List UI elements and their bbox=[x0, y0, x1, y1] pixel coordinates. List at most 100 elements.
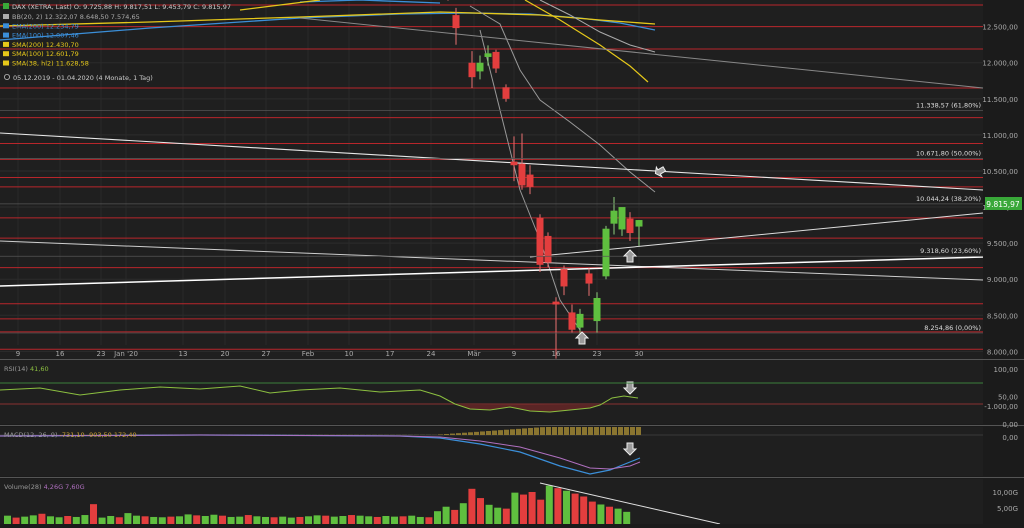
volume-bar bbox=[468, 489, 475, 524]
volume-bar bbox=[434, 511, 441, 524]
volume-bar bbox=[460, 503, 467, 524]
volume-bar bbox=[339, 516, 346, 524]
rsi-panel bbox=[0, 360, 983, 424]
macd-hist-bar bbox=[402, 434, 407, 435]
volume-bar bbox=[477, 498, 484, 524]
volume-bar bbox=[486, 505, 493, 524]
volume-bar bbox=[107, 516, 114, 524]
candle-body bbox=[477, 63, 484, 72]
volume-bar bbox=[296, 517, 303, 524]
macd-hist-bar bbox=[462, 433, 467, 435]
volume-bar bbox=[322, 516, 329, 524]
candle-body bbox=[519, 164, 526, 186]
legend-swatch-icon bbox=[3, 51, 9, 56]
macd-hist-bar bbox=[426, 434, 431, 435]
macd-hist-bar bbox=[366, 434, 371, 435]
x-tick-label: Feb bbox=[302, 350, 315, 358]
volume-tick-label: 5,00G bbox=[997, 505, 1018, 513]
rsi-tick-label: 50,00 bbox=[998, 394, 1018, 402]
volume-bar bbox=[150, 517, 157, 524]
last-price-text: 9.815,97 bbox=[986, 200, 1020, 209]
macd-hist-bar bbox=[528, 428, 533, 435]
volume-bar bbox=[365, 516, 372, 524]
fib-label: 10.044,24 (38,20%) bbox=[916, 195, 981, 203]
legend-swatch-icon bbox=[3, 33, 9, 38]
macd-hist-bar bbox=[570, 427, 575, 435]
volume-bar bbox=[90, 504, 97, 524]
volume-bar bbox=[47, 516, 54, 524]
volume-bar bbox=[228, 517, 235, 524]
volume-bar bbox=[408, 516, 415, 524]
volume-bar bbox=[357, 516, 364, 524]
candle-body bbox=[603, 229, 610, 277]
volume-tick-label: 10,00G bbox=[993, 489, 1018, 497]
volume-bar bbox=[529, 492, 536, 524]
macd-hist-bar bbox=[564, 427, 569, 435]
macd-hist-bar bbox=[552, 427, 557, 435]
candle-body bbox=[537, 218, 544, 265]
volume-bar bbox=[279, 517, 286, 524]
y-axis-area bbox=[983, 0, 1024, 524]
volume-bar bbox=[443, 507, 450, 524]
macd-hist-bar bbox=[378, 434, 383, 435]
legend-item-label: SMA(100) bbox=[12, 50, 46, 58]
x-tick-label: 20 bbox=[221, 350, 230, 358]
macd-hist-bar bbox=[348, 434, 353, 435]
candle-body bbox=[627, 219, 634, 233]
legend-item-label: SMA(200) bbox=[12, 41, 46, 49]
x-tick-label: Mär bbox=[467, 350, 480, 358]
volume-bar bbox=[331, 517, 338, 524]
macd-hist-bar bbox=[606, 427, 611, 435]
svg-text:Volume(28) 4,26G 7,60G: Volume(28) 4,26G 7,60G bbox=[4, 483, 85, 491]
legend-item-label: EMA(200) bbox=[12, 22, 46, 30]
candle-body bbox=[485, 53, 492, 57]
legend-swatch-icon bbox=[3, 61, 9, 66]
volume-bar bbox=[580, 496, 587, 524]
volume-bar bbox=[425, 517, 432, 524]
volume-bar bbox=[236, 517, 243, 524]
last-price-tag: 9.815,97 bbox=[985, 197, 1022, 210]
x-tick-label: 10 bbox=[345, 350, 354, 358]
x-tick-label: 16 bbox=[552, 350, 561, 358]
volume-bar bbox=[185, 514, 192, 524]
legend-item: EMA(100) 12.007,46 bbox=[12, 32, 79, 40]
legend-item-label: BB(20, 2) bbox=[12, 13, 45, 21]
volume-bar bbox=[382, 516, 389, 524]
legend-item: EMA(200) 12.234,79 bbox=[12, 22, 79, 30]
volume-bar bbox=[494, 508, 501, 524]
volume-bar bbox=[606, 507, 613, 524]
macd-hist-bar bbox=[546, 427, 551, 435]
legend-item-values: 12.234,79 bbox=[46, 22, 79, 30]
volume-bar bbox=[288, 518, 295, 524]
macd-hist-bar bbox=[624, 427, 629, 435]
volume-bar bbox=[133, 516, 140, 524]
macd-hist-bar bbox=[336, 434, 341, 435]
volume-bar bbox=[56, 517, 63, 524]
candle-body bbox=[511, 162, 518, 166]
candle-body bbox=[469, 63, 476, 77]
volume-bar bbox=[202, 516, 209, 524]
volume-bar bbox=[38, 514, 45, 524]
volume-bar bbox=[73, 517, 80, 524]
candle-body bbox=[453, 15, 460, 28]
candle-body bbox=[503, 87, 510, 99]
macd-label: MACD(12, 26, 9) bbox=[4, 431, 58, 439]
macd-hist-bar bbox=[498, 430, 503, 435]
candle-body bbox=[561, 269, 568, 286]
x-tick-label: 30 bbox=[635, 350, 644, 358]
x-tick-label: 9 bbox=[16, 350, 20, 358]
legend-swatch-icon bbox=[3, 23, 9, 28]
x-tick-label: 23 bbox=[593, 350, 602, 358]
volume-bar bbox=[142, 516, 149, 524]
volume-bar bbox=[554, 488, 561, 524]
y-tick-label: 9.000,00 bbox=[987, 276, 1018, 284]
y-tick-label: 10.500,00 bbox=[982, 168, 1018, 176]
candle-body bbox=[611, 211, 618, 224]
macd-hist-bar bbox=[414, 434, 419, 435]
macd-panel bbox=[0, 427, 983, 476]
macd-hist-bar bbox=[444, 434, 449, 435]
volume-bar bbox=[30, 515, 37, 524]
macd-hist-bar bbox=[630, 427, 635, 435]
macd-hist-bar bbox=[354, 434, 359, 435]
macd-hist-bar bbox=[522, 428, 527, 435]
